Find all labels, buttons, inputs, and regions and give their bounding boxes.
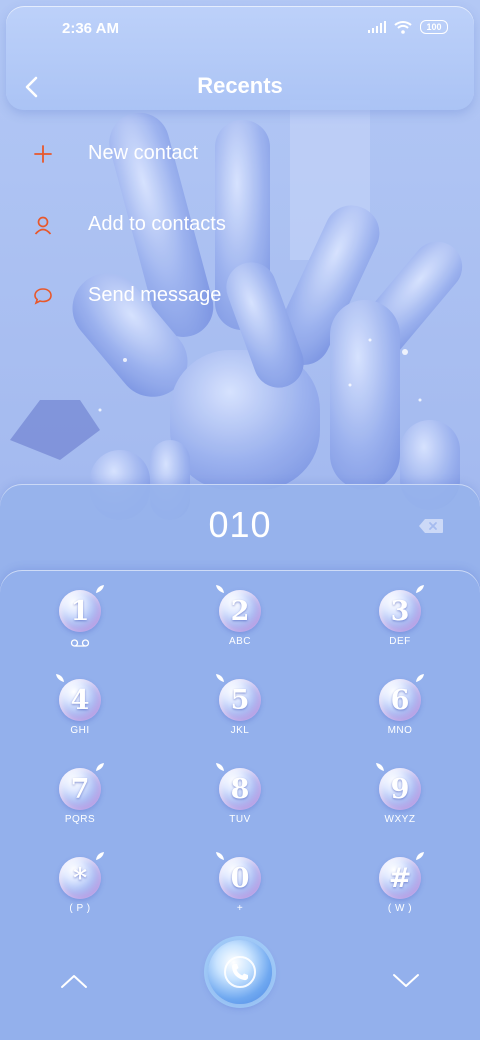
key-star-letters: ( P ) [69,903,91,914]
key-2[interactable]: 2 ABC [192,580,288,660]
chevron-down-icon[interactable] [390,970,422,992]
send-message-action[interactable]: Send message [0,260,480,331]
dialer-panel: 010 1 2 ABC 3 DEF 4 GHI 5 JKL 6 MNO 7 PQ… [0,484,480,1040]
leaf-icon [216,585,224,593]
message-icon [34,287,52,305]
action-list: New contact Add to contacts Send message [0,118,480,331]
call-button[interactable] [208,940,272,1004]
leaf-icon [416,585,424,593]
leaf-icon [96,763,104,771]
add-to-contacts-label: Add to contacts [88,213,226,235]
status-icons: 100 [368,20,448,34]
leaf-icon [56,674,64,682]
send-message-label: Send message [88,284,222,306]
leaf-icon [376,763,384,771]
key-star[interactable]: * ( P ) [32,847,128,927]
key-8[interactable]: 8 TUV [192,758,288,838]
key-8-letters: TUV [229,814,251,825]
key-hash[interactable]: # ( W ) [352,847,448,927]
leaf-icon [216,763,224,771]
key-5-letters: JKL [230,725,250,736]
key-4-letters: GHI [70,725,90,736]
key-2-letters: ABC [228,636,252,647]
leaf-icon [216,674,224,682]
backspace-icon[interactable] [418,518,444,534]
new-contact-action[interactable]: New contact [0,118,480,189]
leaf-icon [416,674,424,682]
key-7-letters: PQRS [64,814,96,825]
page-title: Recents [197,73,283,98]
leaf-icon [96,585,104,593]
key-0[interactable]: 0 + [192,847,288,927]
voicemail-icon [70,639,90,647]
chevron-up-icon[interactable] [58,970,90,992]
signal-icon [368,21,386,33]
key-0-letters: + [236,903,244,914]
key-hash-letters: ( W ) [387,903,413,914]
key-5[interactable]: 5 JKL [192,669,288,749]
key-3[interactable]: 3 DEF [352,580,448,660]
leaf-icon [416,852,424,860]
key-9-letters: WXYZ [384,814,416,825]
phone-icon [224,956,256,988]
top-bar: 2:36 AM 100 Recents [6,6,474,110]
status-time: 2:36 AM [62,20,119,37]
wifi-icon [394,21,412,34]
key-4[interactable]: 4 GHI [32,669,128,749]
key-6[interactable]: 6 MNO [352,669,448,749]
person-icon [34,216,52,235]
key-6-letters: MNO [387,725,413,736]
keypad: 1 2 ABC 3 DEF 4 GHI 5 JKL 6 MNO 7 PQRS 8… [0,570,480,1040]
leaf-icon [216,852,224,860]
key-9[interactable]: 9 WXYZ [352,758,448,838]
add-to-contacts-action[interactable]: Add to contacts [0,189,480,260]
plus-icon [34,144,52,163]
battery-icon: 100 [420,20,448,34]
new-contact-label: New contact [88,142,199,164]
key-3-letters: DEF [389,636,411,647]
key-1[interactable]: 1 [32,580,128,660]
leaf-icon [96,852,104,860]
key-7[interactable]: 7 PQRS [32,758,128,838]
dialed-number[interactable]: 010 [0,504,480,546]
